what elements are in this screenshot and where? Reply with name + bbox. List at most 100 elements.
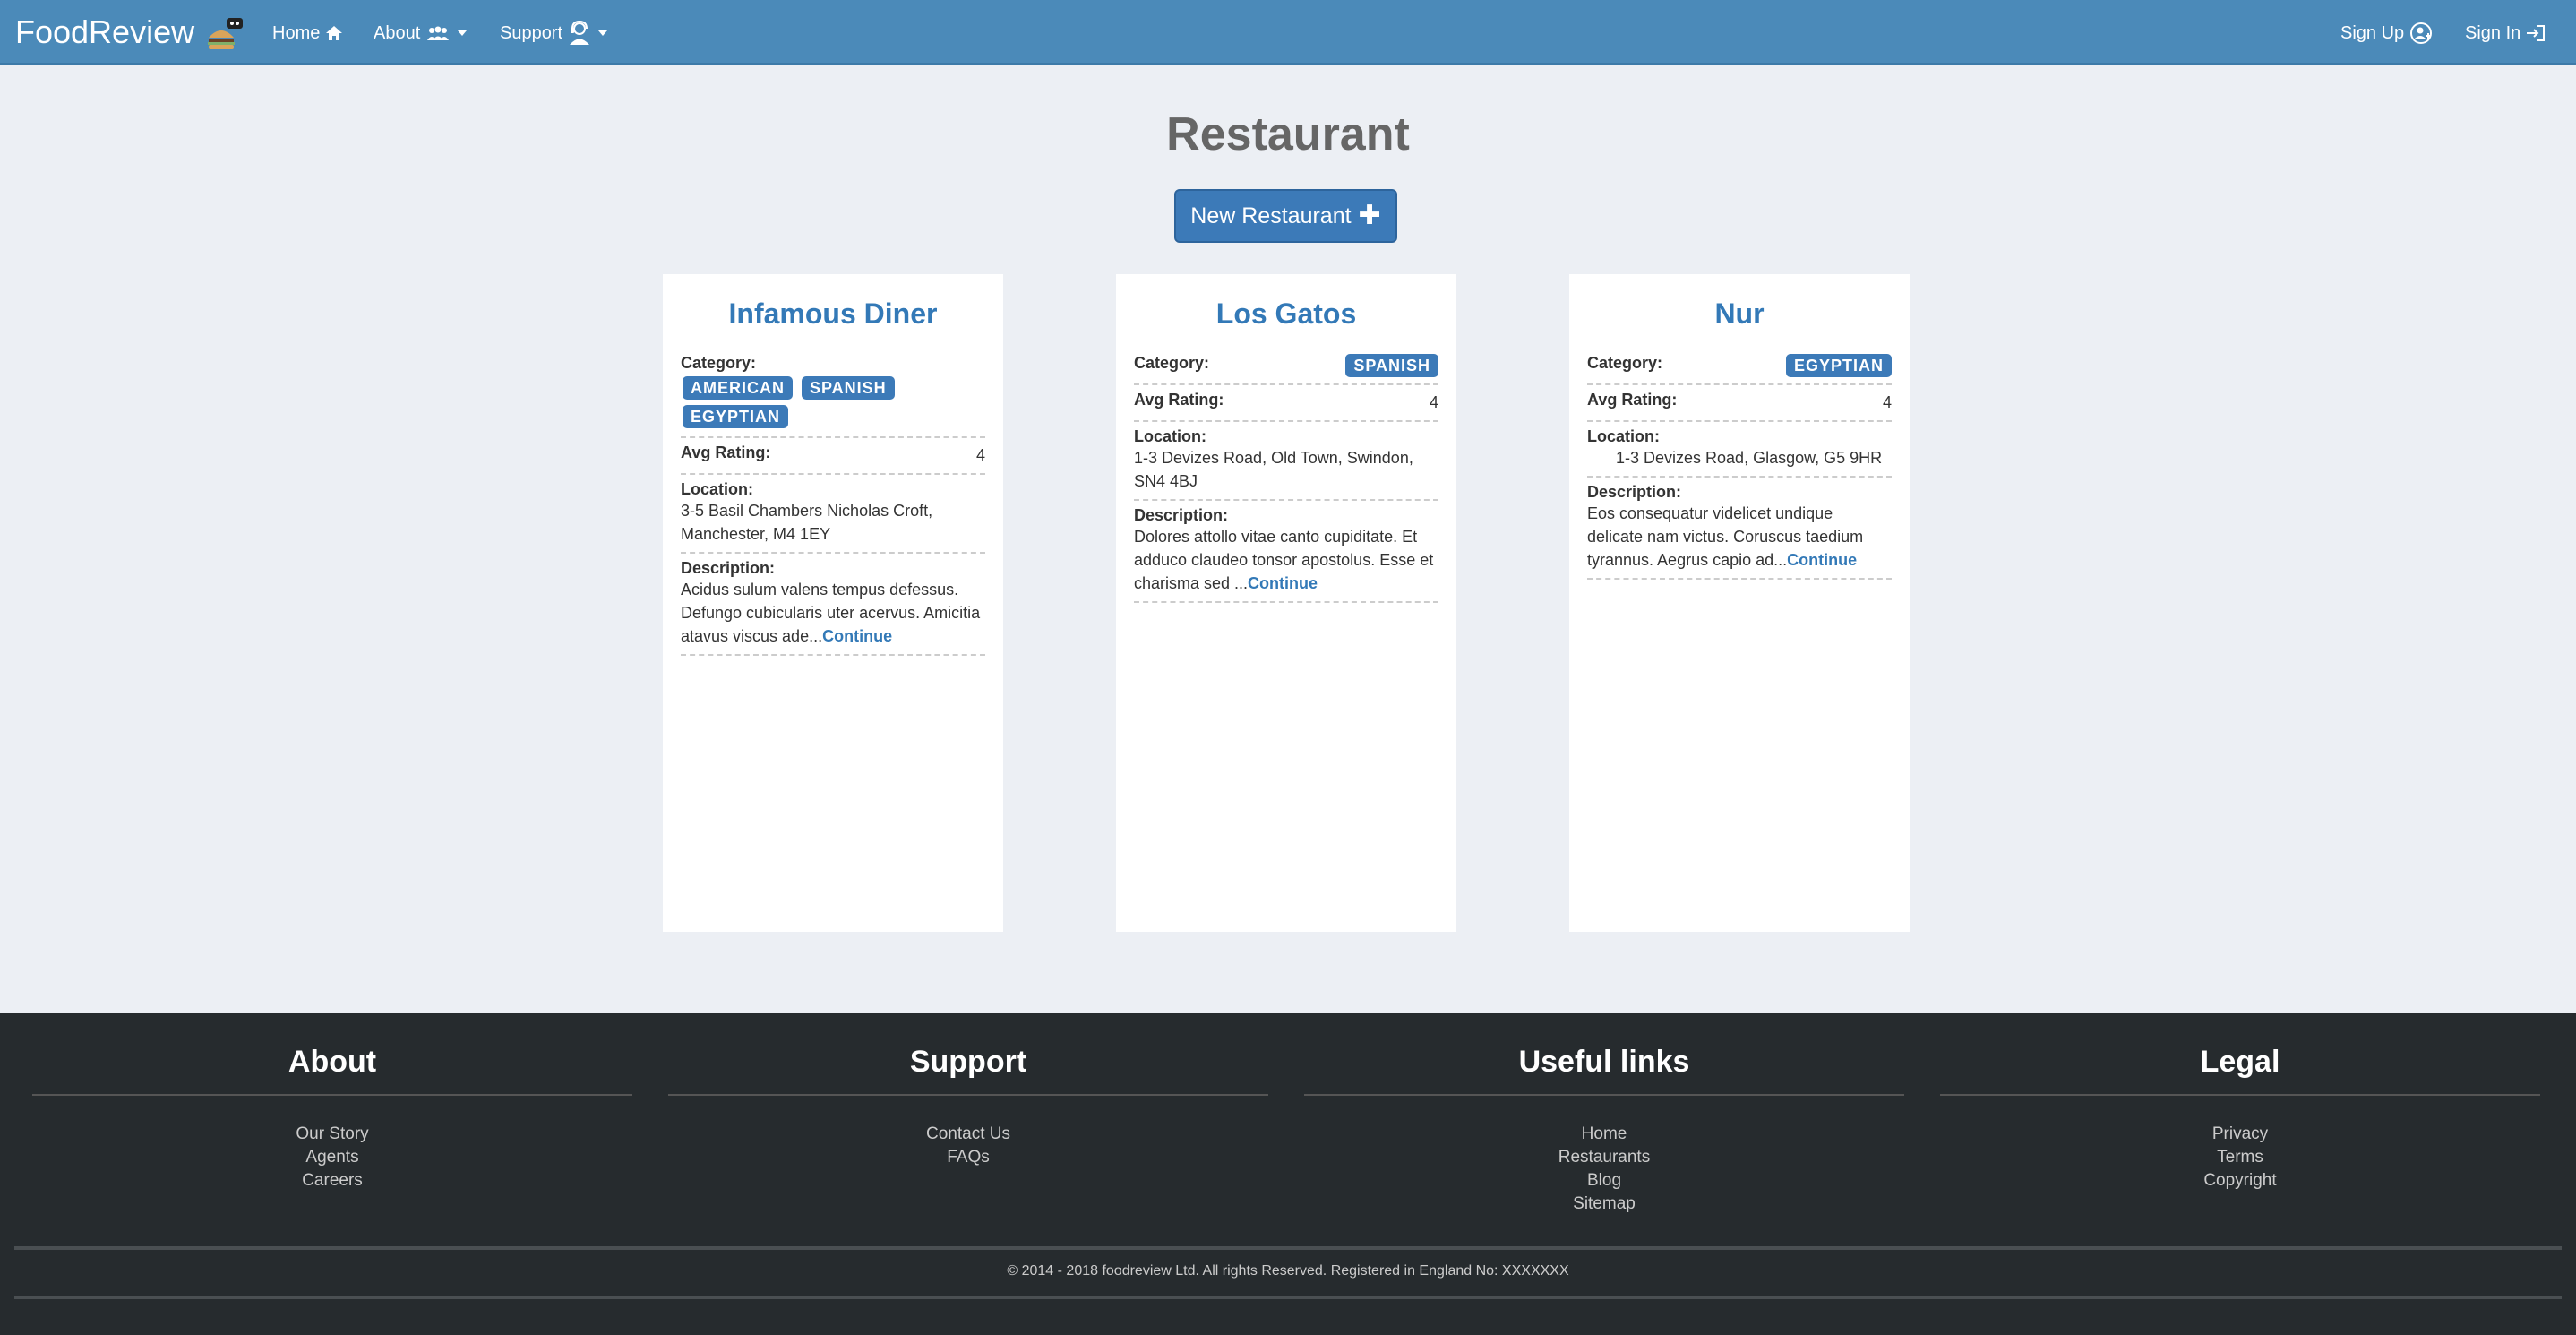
category-label: Category: xyxy=(1587,354,1663,372)
brand-name: FoodReview xyxy=(15,13,195,50)
footer-link-agents[interactable]: Agents xyxy=(32,1146,632,1169)
brand-link[interactable]: FoodReview xyxy=(15,13,246,52)
footer-useful-links-column: Useful links Home Restaurants Blog Sitem… xyxy=(1304,1044,1904,1216)
footer-legal-title: Legal xyxy=(2200,1045,2280,1079)
avg-rating-value: 4 xyxy=(1429,393,1438,411)
nav-home-label: Home xyxy=(272,22,321,43)
footer-divider xyxy=(668,1094,1268,1096)
footer-legal-column: Legal Privacy Terms Copyright xyxy=(1940,1044,2540,1193)
location-value: 3-5 Basil Chambers Nicholas Croft, Manch… xyxy=(681,502,933,543)
new-restaurant-label: New Restaurant xyxy=(1190,202,1352,228)
category-badge: SPANISH xyxy=(1345,354,1438,377)
top-navbar: FoodReview Home About Support Sign Up Si… xyxy=(0,0,2576,65)
nav-sign-up-label: Sign Up xyxy=(2340,22,2405,43)
add-user-icon xyxy=(2409,22,2433,45)
category-row: Category: SPANISH xyxy=(1134,349,1438,385)
location-row: Location: 1-3 Devizes Road, Old Town, Sw… xyxy=(1134,422,1438,501)
avg-rating-row: Avg Rating: 4 xyxy=(681,438,985,475)
group-icon xyxy=(425,25,451,41)
description-row: Description: Eos consequatur videlicet u… xyxy=(1587,478,1892,580)
copyright-text: © 2014 - 2018 foodreview Ltd. All rights… xyxy=(1007,1263,1569,1279)
footer-link-blog[interactable]: Blog xyxy=(1304,1169,1904,1193)
avg-rating-row: Avg Rating: 4 xyxy=(1134,385,1438,422)
avg-rating-value: 4 xyxy=(1882,393,1892,411)
restaurant-name-link[interactable]: Nur xyxy=(1587,297,1892,331)
description-row: Description: Dolores attollo vitae canto… xyxy=(1134,501,1438,603)
new-restaurant-button[interactable]: New Restaurant ✚ xyxy=(1174,189,1397,243)
footer-divider xyxy=(32,1094,632,1096)
footer-link-careers[interactable]: Careers xyxy=(32,1169,632,1193)
continue-link[interactable]: Continue xyxy=(1787,551,1857,569)
continue-link[interactable]: Continue xyxy=(1248,574,1318,592)
description-label: Description: xyxy=(1134,506,1229,524)
restaurant-card: Infamous Diner Category: AMERICAN SPANIS… xyxy=(663,274,1003,932)
category-badge: AMERICAN xyxy=(683,376,793,400)
home-icon xyxy=(325,25,343,41)
footer-divider xyxy=(1304,1094,1904,1096)
burger-logo-icon xyxy=(203,13,246,52)
description-text: Dolores attollo vitae canto cupiditate. … xyxy=(1134,525,1438,595)
footer-link-terms[interactable]: Terms xyxy=(1940,1146,2540,1169)
footer-link-contact-us[interactable]: Contact Us xyxy=(668,1123,1268,1146)
continue-link[interactable]: Continue xyxy=(822,627,892,645)
support-agent-icon xyxy=(568,21,591,46)
category-badge: SPANISH xyxy=(802,376,895,400)
category-badge: EGYPTIAN xyxy=(1785,354,1892,377)
location-label: Location: xyxy=(1587,427,1660,445)
footer-link-copyright[interactable]: Copyright xyxy=(1940,1169,2540,1193)
category-badges: EGYPTIAN xyxy=(1785,354,1892,377)
nav-support-label: Support xyxy=(500,22,563,43)
category-row: Category: AMERICAN SPANISH EGYPTIAN xyxy=(681,349,985,438)
avg-rating-value: 4 xyxy=(975,446,985,464)
nav-sign-up[interactable]: Sign Up xyxy=(2340,20,2433,47)
location-value: 1-3 Devizes Road, Glasgow, G5 9HR xyxy=(1616,449,1883,467)
restaurant-card: Nur Category: EGYPTIAN Avg Rating: 4 Loc… xyxy=(1569,274,1910,932)
location-value: 1-3 Devizes Road, Old Town, Swindon, SN4… xyxy=(1134,449,1413,490)
site-footer: About Our Story Agents Careers Support C… xyxy=(0,1013,2576,1335)
category-badges: AMERICAN SPANISH EGYPTIAN xyxy=(681,373,985,430)
footer-link-restaurants[interactable]: Restaurants xyxy=(1304,1146,1904,1169)
restaurant-name-link[interactable]: Los Gatos xyxy=(1134,297,1438,331)
restaurant-name-link[interactable]: Infamous Diner xyxy=(681,297,985,331)
nav-about-dropdown[interactable]: About xyxy=(374,20,468,47)
description-label: Description: xyxy=(1587,483,1682,501)
footer-link-privacy[interactable]: Privacy xyxy=(1940,1123,2540,1146)
plus-icon: ✚ xyxy=(1358,201,1381,230)
footer-useful-title: Useful links xyxy=(1518,1045,1690,1079)
footer-divider xyxy=(1940,1094,2540,1096)
footer-link-faqs[interactable]: FAQs xyxy=(668,1146,1268,1169)
location-row: Location: 3-5 Basil Chambers Nicholas Cr… xyxy=(681,475,985,554)
footer-link-home[interactable]: Home xyxy=(1304,1123,1904,1146)
footer-about-column: About Our Story Agents Careers xyxy=(32,1044,632,1193)
location-label: Location: xyxy=(1134,427,1206,445)
page-title: Restaurant xyxy=(1166,108,1410,160)
sign-in-icon xyxy=(2526,24,2546,42)
avg-rating-row: Avg Rating: 4 xyxy=(1587,385,1892,422)
footer-support-column: Support Contact Us FAQs xyxy=(668,1044,1268,1169)
footer-rule-top xyxy=(14,1246,2562,1250)
nav-support-dropdown[interactable]: Support xyxy=(500,20,608,47)
category-badge: EGYPTIAN xyxy=(683,405,789,428)
category-badges: SPANISH xyxy=(1345,354,1438,377)
footer-rule-bottom xyxy=(14,1296,2562,1299)
footer-link-our-story[interactable]: Our Story xyxy=(32,1123,632,1146)
footer-about-title: About xyxy=(288,1045,377,1079)
chevron-down-icon xyxy=(458,30,468,36)
avg-rating-label: Avg Rating: xyxy=(1134,391,1224,409)
footer-link-sitemap[interactable]: Sitemap xyxy=(1304,1193,1904,1216)
avg-rating-label: Avg Rating: xyxy=(1587,391,1678,409)
nav-about-label: About xyxy=(374,22,421,43)
description-row: Description: Acidus sulum valens tempus … xyxy=(681,554,985,656)
description-text: Eos consequatur videlicet undique delica… xyxy=(1587,502,1892,572)
nav-home[interactable]: Home xyxy=(272,20,343,47)
avg-rating-label: Avg Rating: xyxy=(681,444,771,461)
category-label: Category: xyxy=(1134,354,1210,372)
footer-support-title: Support xyxy=(909,1045,1027,1079)
description-text: Acidus sulum valens tempus defessus. Def… xyxy=(681,578,985,648)
category-row: Category: EGYPTIAN xyxy=(1587,349,1892,385)
description-label: Description: xyxy=(681,559,776,577)
nav-sign-in[interactable]: Sign In xyxy=(2465,20,2546,47)
nav-sign-in-label: Sign In xyxy=(2465,22,2521,43)
category-label: Category: xyxy=(681,354,757,372)
restaurant-card: Los Gatos Category: SPANISH Avg Rating: … xyxy=(1116,274,1456,932)
